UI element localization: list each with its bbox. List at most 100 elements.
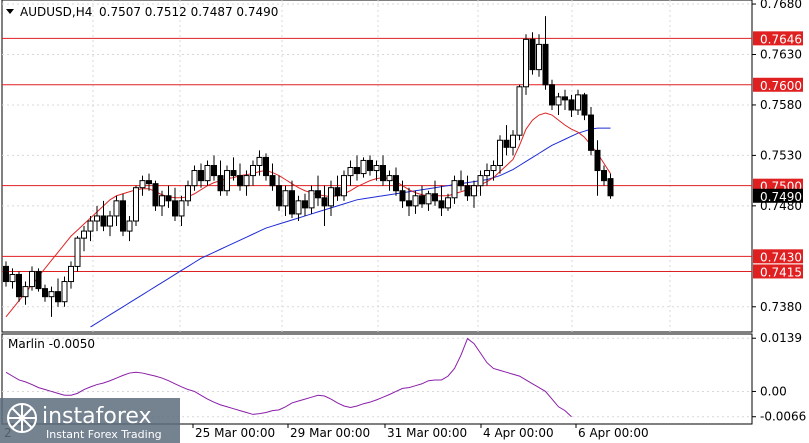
level-label: 0.7646: [760, 32, 802, 46]
candle-body: [588, 114, 594, 151]
candle-body: [42, 288, 48, 298]
marlin-tick-label: 0.00: [760, 384, 787, 398]
candle-body: [354, 167, 360, 175]
candle-body: [302, 200, 308, 209]
candle-body: [139, 180, 146, 189]
candle-body: [406, 200, 412, 207]
candle-body: [425, 193, 432, 205]
candle-body: [204, 164, 211, 182]
candle-body: [601, 170, 607, 182]
candle-body: [458, 180, 464, 187]
candle-body: [74, 237, 81, 267]
candle-body: [503, 139, 510, 148]
candle-body: [380, 164, 386, 182]
ohlc-header: 0.7507 0.7512 0.7487 0.7490: [99, 5, 278, 19]
candle-body: [464, 185, 471, 197]
marlin-axis: 0.0139 0.00 -0.0066: [752, 331, 806, 424]
candle-body: [165, 195, 172, 202]
candle-body: [178, 200, 185, 217]
candle-body: [146, 180, 152, 185]
time-tick-label: 25 Mar 00:00: [195, 426, 275, 440]
candle-body: [399, 190, 406, 202]
candle-body: [107, 215, 113, 227]
candle-body: [549, 84, 555, 106]
candle-body: [555, 96, 562, 106]
candle-body: [438, 200, 445, 209]
candle-body: [562, 96, 568, 101]
candle-body: [510, 134, 516, 148]
candle-body: [61, 281, 68, 303]
candle-body: [308, 190, 315, 209]
candle-body: [22, 286, 29, 298]
candle-body: [575, 94, 581, 111]
candle-body: [211, 164, 217, 177]
candle-body: [133, 187, 139, 222]
candle-body: [419, 195, 425, 205]
candle-body: [581, 94, 588, 116]
candle-body: [48, 291, 55, 298]
candle-body: [263, 156, 269, 177]
candle-body: [432, 193, 438, 202]
candle-body: [16, 273, 22, 298]
candle-body: [360, 159, 367, 175]
candle-body: [68, 265, 74, 283]
candle-body: [198, 170, 204, 182]
candle-body: [35, 270, 42, 290]
price-tick-label: 0.7480: [760, 199, 802, 213]
candle-body: [237, 175, 243, 187]
candle-body: [328, 187, 334, 207]
candle-body: [445, 197, 451, 209]
symbol-header: AUDUSD,H4: [20, 5, 92, 19]
candle-body: [172, 200, 178, 217]
candle-body: [100, 215, 107, 227]
candle-body: [94, 215, 100, 222]
candle-body: [256, 156, 263, 166]
logo-brand: instaforex: [42, 404, 152, 429]
candle-body: [269, 175, 276, 187]
price-tick-label: 0.7630: [760, 47, 802, 61]
price-tick-label: 0.7380: [760, 300, 802, 314]
logo-tagline: Instant Forex Trading: [46, 428, 162, 441]
candle-body: [484, 170, 490, 177]
candle-body: [523, 38, 529, 88]
candle-body: [217, 175, 224, 192]
candle-body: [29, 270, 35, 288]
candle-body: [516, 86, 523, 136]
candle-body: [568, 99, 575, 111]
candle-body: [367, 159, 373, 172]
level-label: 0.7415: [760, 265, 802, 279]
candle-body: [81, 230, 87, 239]
candle-body: [529, 38, 536, 71]
candle-body: [471, 185, 477, 197]
marlin-tick-label: -0.0066: [760, 410, 806, 424]
candle-body: [152, 183, 159, 207]
candle-body: [120, 200, 126, 232]
marlin-tick-label: 0.0139: [760, 331, 802, 345]
marlin-label: Marlin -0.0050: [8, 337, 95, 351]
candle-body: [159, 195, 165, 207]
time-tick-label: 31 Mar 00:00: [387, 426, 467, 440]
candle-body: [490, 164, 497, 172]
candle-body: [191, 170, 198, 187]
candle-body: [412, 195, 419, 207]
candle-body: [113, 200, 120, 217]
candle-body: [185, 185, 191, 202]
candle-body: [321, 197, 328, 207]
candle-body: [87, 220, 94, 232]
logo-emblem-icon: [7, 403, 37, 433]
instaforex-logo: instaforex Instant Forex Trading: [0, 398, 180, 443]
candle-body: [341, 175, 347, 197]
candle-body: [542, 43, 549, 86]
candle-body: [607, 178, 614, 197]
price-tick-label: 0.7530: [760, 148, 802, 162]
candle-body: [295, 200, 302, 215]
candle-body: [9, 273, 16, 283]
price-tick-label: 0.7580: [760, 98, 802, 112]
candle-body: [126, 220, 133, 232]
candle-body: [55, 291, 61, 303]
candle-body: [373, 164, 380, 172]
price-tick-label: 0.7680: [760, 0, 802, 11]
time-tick-label: 6 Apr 00:00: [578, 426, 649, 440]
candle-body: [230, 170, 237, 177]
candle-body: [477, 175, 484, 187]
